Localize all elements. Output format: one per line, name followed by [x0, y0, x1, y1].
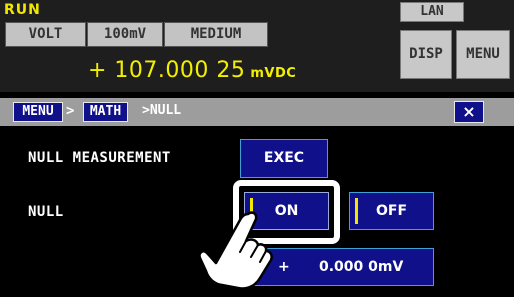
- off-indicator: [355, 198, 358, 224]
- breadcrumb-math[interactable]: MATH: [83, 102, 128, 122]
- speed-indicator: MEDIUM: [164, 22, 268, 47]
- disp-button[interactable]: DISP: [400, 30, 452, 79]
- null-off-button[interactable]: OFF: [349, 192, 434, 230]
- null-label: NULL: [28, 204, 64, 220]
- close-icon: ×: [462, 102, 476, 121]
- status-area: RUN LAN VOLT 100mV MEDIUM + 107.000 25 mV…: [0, 0, 514, 92]
- reading-unit: mVDC: [250, 66, 297, 81]
- run-status: RUN: [4, 2, 41, 18]
- range-indicator: 100mV: [87, 22, 163, 47]
- breadcrumb-separator: >: [66, 103, 75, 119]
- breadcrumb: MENU > MATH >NULL ×: [0, 98, 514, 126]
- on-label: ON: [274, 203, 299, 219]
- exec-button[interactable]: EXEC: [240, 139, 328, 178]
- meter-screen: RUN LAN VOLT 100mV MEDIUM + 107.000 25 mV…: [0, 0, 514, 297]
- breadcrumb-current: >NULL: [142, 103, 182, 118]
- reading-value: + 107.000 25: [88, 58, 246, 83]
- null-measurement-label: NULL MEASUREMENT: [28, 150, 171, 166]
- function-indicator: VOLT: [5, 22, 86, 47]
- lan-indicator: LAN: [400, 2, 464, 22]
- close-button[interactable]: ×: [454, 101, 484, 123]
- pointing-hand-icon: [198, 211, 273, 290]
- measurement-reading: + 107.000 25 mVDC: [88, 58, 296, 83]
- value-sign: +: [278, 259, 290, 275]
- breadcrumb-menu[interactable]: MENU: [13, 102, 63, 122]
- off-label: OFF: [375, 203, 408, 219]
- menu-button[interactable]: MENU: [456, 30, 510, 79]
- value-number: 0.000 0mV: [319, 259, 404, 275]
